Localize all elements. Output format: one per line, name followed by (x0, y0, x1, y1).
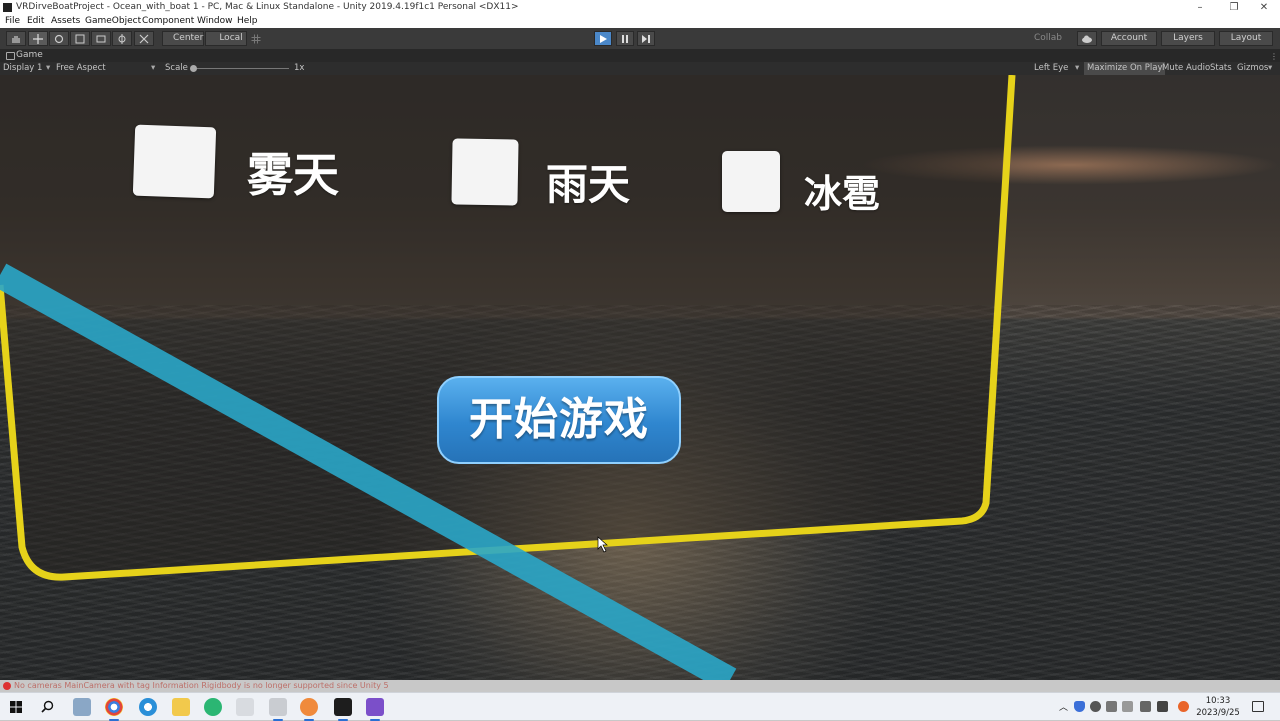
transform-tool-button[interactable] (112, 31, 132, 46)
tab-game[interactable]: Game (4, 49, 43, 62)
task-view-icon[interactable] (73, 698, 91, 716)
unity-logo-icon (3, 3, 12, 12)
console-status-bar[interactable]: No cameras MainCamera with tag Informati… (0, 680, 1280, 692)
hail-label: 冰雹 (804, 172, 881, 216)
pause-button[interactable] (616, 31, 634, 46)
game-toolbar: Display 1 ▾ Free Aspect ▾ Scale 1x Left … (0, 62, 1280, 75)
rect-icon (96, 35, 106, 42)
fog-toggle[interactable] (132, 124, 217, 199)
console-message[interactable]: No cameras MainCamera with tag Informati… (14, 680, 389, 692)
visual-studio-icon[interactable] (366, 698, 384, 721)
display-dropdown-arrow-icon: ▾ (46, 63, 51, 73)
move-icon (33, 33, 43, 44)
eye-dropdown-arrow-icon: ▾ (1075, 63, 1080, 73)
mute-audio-toggle[interactable]: Mute Audio (1162, 62, 1210, 75)
menu-edit[interactable]: Edit (27, 15, 44, 28)
pivot-center-button[interactable]: Center (162, 31, 204, 46)
gizmos-dropdown[interactable]: Gizmos (1237, 62, 1268, 75)
app-green-icon[interactable] (204, 698, 222, 716)
keyboard-icon[interactable] (1157, 701, 1168, 712)
aspect-dropdown[interactable]: Free Aspect (56, 62, 106, 75)
play-button[interactable] (594, 31, 612, 46)
clock-date: 2023/9/25 (1196, 708, 1240, 718)
scale-value: 1x (294, 63, 305, 73)
edge-icon[interactable] (139, 698, 157, 716)
menu-component[interactable]: Component (142, 15, 194, 28)
aspect-dropdown-arrow-icon: ▾ (151, 63, 156, 73)
custom-tool-button[interactable] (134, 31, 154, 46)
rotate-icon (54, 34, 64, 43)
notification-icon[interactable] (1252, 701, 1264, 712)
scale-tool-button[interactable] (70, 31, 90, 46)
eye-dropdown[interactable]: Left Eye (1034, 62, 1068, 75)
layers-dropdown[interactable]: Layers (1161, 31, 1215, 46)
antivirus-icon[interactable] (1178, 701, 1189, 712)
step-icon (642, 34, 650, 43)
defender-icon[interactable] (1074, 701, 1085, 712)
windows-start-icon[interactable] (10, 701, 22, 713)
menu-assets[interactable]: Assets (51, 15, 80, 28)
stats-toggle[interactable]: Stats (1210, 62, 1232, 75)
grid-snap-button[interactable] (248, 31, 264, 46)
window-titlebar: VRDirveBoatProject - Ocean_with_boat 1 -… (0, 0, 1280, 15)
pen-icon[interactable] (1140, 701, 1151, 712)
pivot-local-button[interactable]: Local (205, 31, 247, 46)
network-icon[interactable] (1106, 701, 1117, 712)
rain-label: 雨天 (546, 160, 631, 209)
menu-window[interactable]: Window (197, 15, 233, 28)
fog-label: 雾天 (247, 148, 339, 202)
tray-overflow-icon[interactable]: ︿ (1059, 700, 1068, 713)
search-icon[interactable] (41, 700, 54, 713)
maximize-on-play-toggle[interactable]: Maximize On Play (1084, 62, 1166, 75)
hail-toggle[interactable] (722, 151, 780, 212)
scale-icon (75, 34, 85, 43)
cloud-icon (1082, 35, 1092, 43)
main-toolbar: Center Local Collab Account Layers Layou… (0, 28, 1280, 49)
play-icon (600, 34, 607, 43)
grid-icon (251, 34, 261, 43)
tools-icon (139, 34, 149, 43)
file-explorer-icon[interactable] (172, 698, 190, 716)
system-clock[interactable]: 10:33 2023/9/25 (1196, 695, 1240, 719)
close-button[interactable]: ✕ (1244, 0, 1280, 15)
transform-icon (118, 33, 126, 44)
chrome-icon[interactable] (105, 698, 123, 721)
scale-slider-track[interactable] (193, 68, 289, 69)
menu-gameobject[interactable]: GameObject (85, 15, 141, 28)
move-tool-button[interactable] (28, 31, 48, 46)
terminal-icon[interactable] (334, 698, 352, 721)
scale-slider-handle[interactable] (190, 65, 197, 72)
game-tab-bar: Game ⋮ (0, 49, 1280, 62)
cloud-button[interactable] (1077, 31, 1097, 46)
onedrive-icon[interactable] (1122, 701, 1133, 712)
display-dropdown[interactable]: Display 1 (3, 62, 42, 75)
game-viewport[interactable]: 雾天 雨天 冰雹 开始游戏 (0, 75, 1280, 680)
clock-time: 10:33 (1205, 696, 1231, 706)
rect-tool-button[interactable] (91, 31, 111, 46)
hand-tool-button[interactable] (6, 31, 26, 46)
menu-bar: File Edit Assets GameObject Component Wi… (0, 15, 1280, 28)
menu-help[interactable]: Help (237, 15, 258, 28)
error-icon (3, 682, 11, 690)
pause-icon (622, 34, 628, 43)
scale-label: Scale (165, 63, 188, 73)
unity-editor-icon[interactable] (269, 698, 287, 721)
layout-dropdown[interactable]: Layout (1219, 31, 1273, 46)
rotate-tool-button[interactable] (49, 31, 69, 46)
unity-hub-icon[interactable] (236, 698, 254, 716)
rain-toggle[interactable] (451, 138, 519, 206)
recorder-icon[interactable] (300, 698, 318, 721)
gizmos-dropdown-arrow-icon: ▾ (1268, 63, 1273, 73)
account-dropdown[interactable]: Account (1101, 31, 1157, 46)
start-game-button[interactable]: 开始游戏 (437, 376, 681, 464)
user-icon[interactable] (1090, 701, 1101, 712)
windows-taskbar: ︿ 10:33 2023/9/25 (0, 692, 1280, 721)
hand-icon (12, 35, 20, 43)
step-button[interactable] (637, 31, 655, 46)
menu-file[interactable]: File (5, 15, 20, 28)
window-title: VRDirveBoatProject - Ocean_with_boat 1 -… (16, 2, 519, 12)
collab-button[interactable]: Collab (1024, 31, 1072, 46)
